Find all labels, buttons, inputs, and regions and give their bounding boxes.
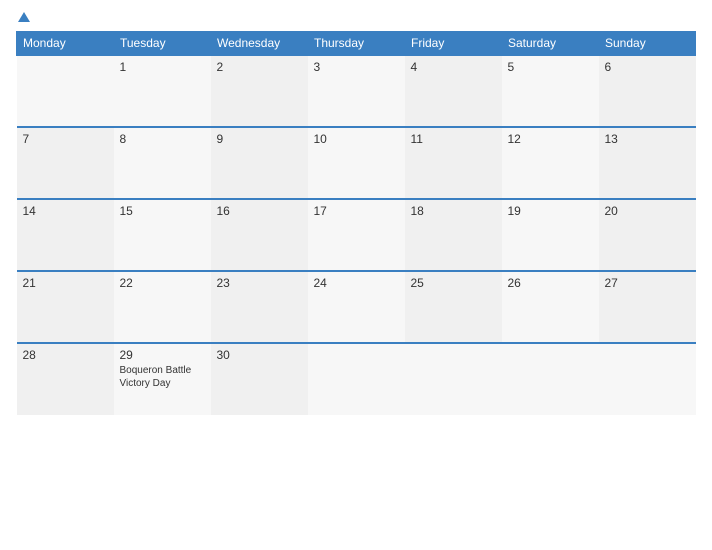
calendar-cell: 26 <box>502 271 599 343</box>
day-number: 3 <box>314 60 399 74</box>
calendar-cell: 1 <box>114 55 211 127</box>
day-number: 10 <box>314 132 399 146</box>
day-number: 11 <box>411 132 496 146</box>
calendar-cell: 13 <box>599 127 696 199</box>
calendar-cell: 25 <box>405 271 502 343</box>
col-wednesday: Wednesday <box>211 32 308 56</box>
calendar-cell: 9 <box>211 127 308 199</box>
day-number: 2 <box>217 60 302 74</box>
day-number: 23 <box>217 276 302 290</box>
day-number: 21 <box>23 276 108 290</box>
day-number: 25 <box>411 276 496 290</box>
day-number: 27 <box>605 276 690 290</box>
day-number: 12 <box>508 132 593 146</box>
calendar-cell: 7 <box>17 127 114 199</box>
day-number: 15 <box>120 204 205 218</box>
calendar-table: Monday Tuesday Wednesday Thursday Friday… <box>16 31 696 415</box>
day-number: 29 <box>120 348 205 362</box>
calendar-week-row: 28 29 Boqueron Battle Victory Day 30 <box>17 343 696 415</box>
calendar-cell: 6 <box>599 55 696 127</box>
calendar-cell: 5 <box>502 55 599 127</box>
col-tuesday: Tuesday <box>114 32 211 56</box>
calendar-cell: 20 <box>599 199 696 271</box>
calendar-cell: 8 <box>114 127 211 199</box>
day-number: 5 <box>508 60 593 74</box>
calendar-cell: 10 <box>308 127 405 199</box>
calendar-cell: 29 Boqueron Battle Victory Day <box>114 343 211 415</box>
calendar-cell: 21 <box>17 271 114 343</box>
day-number: 6 <box>605 60 690 74</box>
calendar-week-row: 14 15 16 17 18 19 20 <box>17 199 696 271</box>
day-number: 20 <box>605 204 690 218</box>
day-number: 7 <box>23 132 108 146</box>
day-number: 19 <box>508 204 593 218</box>
calendar-cell: 17 <box>308 199 405 271</box>
calendar-cell <box>308 343 405 415</box>
day-number: 18 <box>411 204 496 218</box>
logo-line <box>16 12 30 23</box>
day-number: 24 <box>314 276 399 290</box>
page: Monday Tuesday Wednesday Thursday Friday… <box>0 0 712 550</box>
calendar-cell: 4 <box>405 55 502 127</box>
calendar-week-row: 21 22 23 24 25 26 27 <box>17 271 696 343</box>
day-number: 14 <box>23 204 108 218</box>
day-number: 26 <box>508 276 593 290</box>
calendar-week-row: 123456 <box>17 55 696 127</box>
calendar-cell <box>17 55 114 127</box>
calendar-cell <box>502 343 599 415</box>
day-number: 17 <box>314 204 399 218</box>
day-number: 13 <box>605 132 690 146</box>
day-number: 30 <box>217 348 302 362</box>
calendar-cell: 3 <box>308 55 405 127</box>
calendar-cell: 19 <box>502 199 599 271</box>
calendar-header-row: Monday Tuesday Wednesday Thursday Friday… <box>17 32 696 56</box>
logo-triangle-icon <box>18 12 30 22</box>
calendar-cell <box>599 343 696 415</box>
day-number: 1 <box>120 60 205 74</box>
col-monday: Monday <box>17 32 114 56</box>
calendar-cell: 22 <box>114 271 211 343</box>
col-thursday: Thursday <box>308 32 405 56</box>
col-friday: Friday <box>405 32 502 56</box>
day-number: 4 <box>411 60 496 74</box>
col-sunday: Sunday <box>599 32 696 56</box>
col-saturday: Saturday <box>502 32 599 56</box>
calendar-cell: 18 <box>405 199 502 271</box>
calendar-cell: 24 <box>308 271 405 343</box>
calendar-week-row: 789 10 11 12 13 <box>17 127 696 199</box>
calendar-cell: 14 <box>17 199 114 271</box>
calendar-cell: 11 <box>405 127 502 199</box>
day-number: 9 <box>217 132 302 146</box>
calendar-event: Boqueron Battle Victory Day <box>120 364 205 390</box>
calendar-cell: 30 <box>211 343 308 415</box>
calendar-cell: 2 <box>211 55 308 127</box>
day-number: 16 <box>217 204 302 218</box>
calendar-cell: 27 <box>599 271 696 343</box>
day-number: 28 <box>23 348 108 362</box>
day-number: 8 <box>120 132 205 146</box>
logo <box>16 12 30 23</box>
day-number: 22 <box>120 276 205 290</box>
calendar-cell: 12 <box>502 127 599 199</box>
header <box>16 12 696 23</box>
calendar-cell: 15 <box>114 199 211 271</box>
calendar-cell: 16 <box>211 199 308 271</box>
calendar-cell <box>405 343 502 415</box>
calendar-cell: 23 <box>211 271 308 343</box>
calendar-cell: 28 <box>17 343 114 415</box>
